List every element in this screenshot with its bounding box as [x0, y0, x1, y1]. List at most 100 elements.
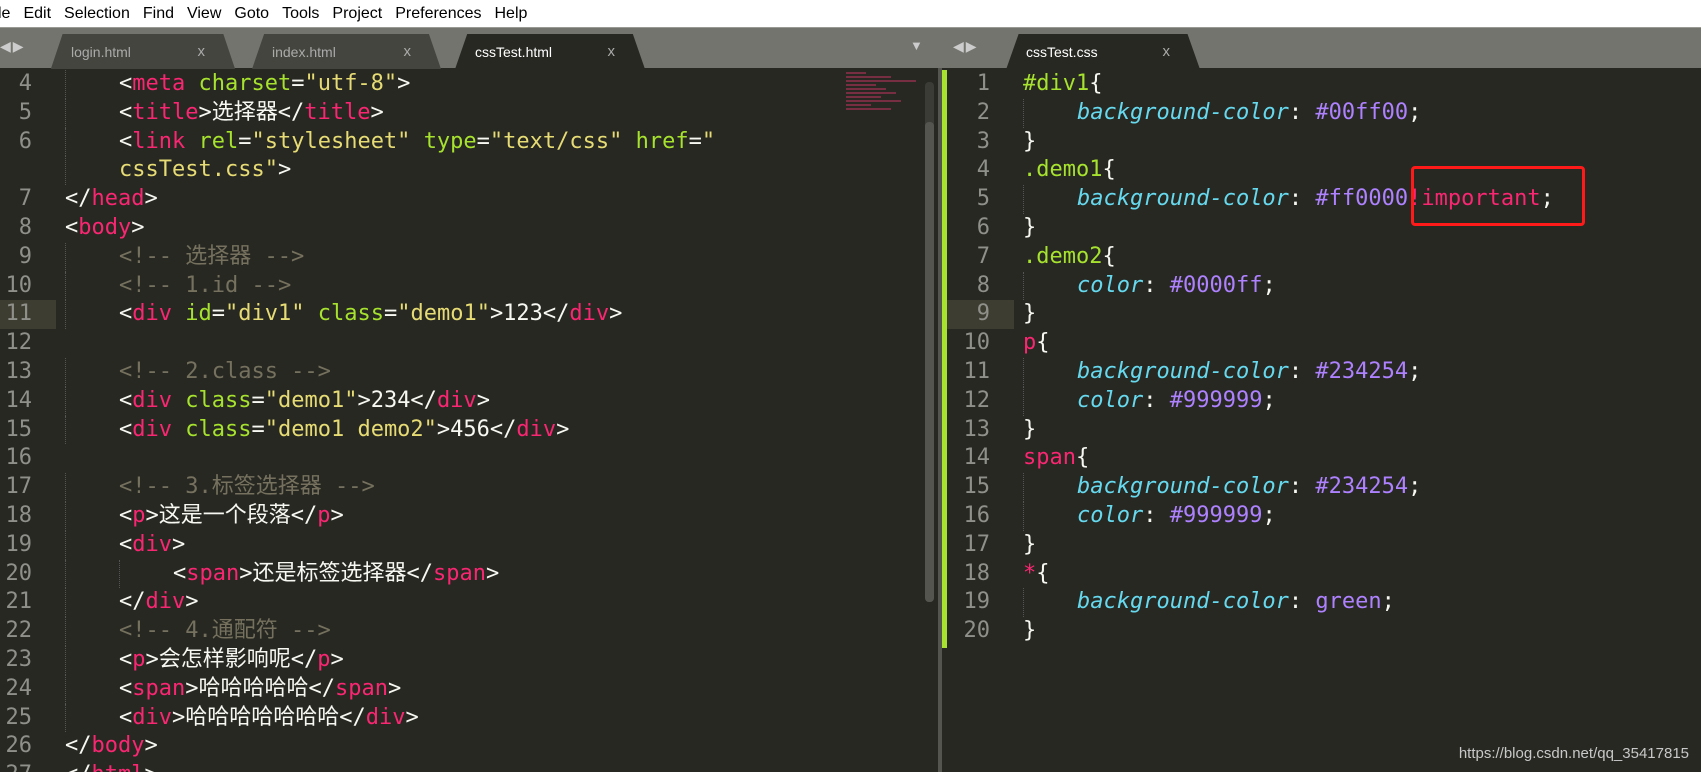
code-line[interactable]: 5 <title>选择器</title>	[0, 98, 846, 128]
code-line[interactable]: 24 <span>哈哈哈哈哈</span>	[0, 674, 846, 704]
code-line[interactable]: 18 *{	[947, 560, 1701, 589]
code-line[interactable]: 14 <div class="demo1">234</div>	[0, 386, 846, 416]
menu-goto[interactable]: Goto	[234, 5, 269, 23]
code-line[interactable]: 3}	[947, 128, 1701, 157]
css-editor[interactable]: 1 #div1{2 background-color: #00ff00; 3} 4 .de…	[947, 68, 1701, 772]
token: <	[119, 704, 133, 730]
code-line[interactable]: 4 .demo1{	[947, 156, 1701, 185]
close-icon[interactable]: x	[404, 43, 412, 60]
tab-csstest-html[interactable]: cssTest.html x	[447, 34, 649, 69]
code-line[interactable]: 16 color: #999999;	[947, 502, 1701, 531]
code-line[interactable]: 9 <!-- 选择器 -->	[0, 242, 846, 272]
indent-guide	[65, 242, 66, 272]
line-number: 5	[976, 186, 990, 212]
tab-index-html[interactable]: index.html x	[244, 34, 445, 69]
code-line[interactable]: 4 <meta charset="utf-8">	[0, 70, 846, 99]
code-line[interactable]: cssTest.css">	[0, 156, 846, 186]
code-line[interactable]: 11 <div id="div1" class="demo1">123</div>	[0, 300, 846, 330]
code-line[interactable]: 20}	[947, 617, 1701, 646]
code-line[interactable]: 17}	[947, 531, 1701, 560]
close-icon[interactable]: x	[1163, 43, 1171, 60]
token: >	[476, 387, 490, 413]
menu-edit[interactable]: Edit	[23, 5, 51, 23]
token: >	[172, 531, 186, 557]
code-line[interactable]: 11 background-color: #234254;	[947, 358, 1701, 387]
code-line[interactable]: 10 <!-- 1.id -->	[0, 271, 846, 301]
code-line[interactable]: 6}	[947, 214, 1701, 243]
tab-nav-arrows-icon[interactable]: ◀▶	[953, 38, 979, 55]
code-line[interactable]: 13 <!-- 2.class -->	[0, 358, 846, 387]
code-line[interactable]: 26 </body>	[0, 732, 846, 761]
menu-project[interactable]: Project	[332, 5, 382, 23]
code-line[interactable]: 13}	[947, 416, 1701, 445]
code-line[interactable]: 22 <!-- 4.通配符 -->	[0, 617, 846, 646]
token: >234</	[357, 387, 437, 413]
code-line[interactable]: 5 background-color: #ff0000!important;	[947, 185, 1701, 214]
code-line[interactable]: 21 </div>	[0, 588, 846, 618]
code-line[interactable]: 16	[0, 444, 846, 473]
code-line[interactable]: 20 <span>还是标签选择器</span>	[0, 559, 846, 589]
menu-tools[interactable]: Tools	[282, 5, 319, 23]
code-line[interactable]: 15 <div class="demo1 demo2">456</div>	[0, 415, 846, 445]
code-line[interactable]: 6 <link rel="stylesheet" type="text/css" …	[0, 127, 846, 157]
token: >456</	[436, 416, 517, 442]
code-line[interactable]: 19 <div>	[0, 530, 846, 560]
line-number: 8	[976, 272, 990, 298]
token-com: <!-- 4.通配符 -->	[119, 618, 331, 644]
code-line[interactable]: 19 background-color: green;	[947, 588, 1701, 618]
code-line[interactable]: 10 p{	[947, 329, 1701, 358]
code-line[interactable]: 12	[0, 329, 846, 358]
menu-le[interactable]: le	[0, 5, 10, 23]
code-line[interactable]: 27 </html>	[0, 761, 846, 772]
token-tag: body	[91, 733, 145, 759]
token: }	[1023, 215, 1037, 240]
indent-guide	[65, 98, 66, 128]
tab-csstest-css[interactable]: cssTest.css x	[998, 34, 1204, 69]
code-line[interactable]: 1 #div1{	[947, 70, 1701, 99]
menu-help[interactable]: Help	[494, 5, 527, 23]
menu-view[interactable]: View	[187, 5, 221, 23]
close-icon[interactable]: x	[198, 43, 206, 60]
menu-find[interactable]: Find	[143, 5, 174, 23]
token: <	[119, 416, 133, 442]
code-line[interactable]: 2 background-color: #00ff00;	[947, 98, 1701, 128]
menu-selection[interactable]: Selection	[64, 5, 130, 23]
code-line[interactable]: 8 <body>	[0, 214, 846, 243]
code-line[interactable]: 23 <p>会怎样影响呢</p>	[0, 646, 846, 675]
token: {	[1102, 157, 1116, 183]
scrollbar-thumb[interactable]	[925, 122, 934, 602]
code-line[interactable]: 17 <!-- 3.标签选择器 -->	[0, 473, 846, 502]
menu-bar: le Edit Selection Find View Goto Tools Project P…	[0, 0, 1701, 27]
code-line[interactable]: 15 background-color: #234254;	[947, 473, 1701, 502]
code-text: <div id="div1" class="demo1">123</div>	[119, 300, 622, 329]
line-number: 23	[5, 647, 33, 672]
tab-dropdown-icon[interactable]: ▼	[910, 38, 923, 53]
tab-login-html[interactable]: login.html x	[43, 34, 239, 69]
token: >	[144, 733, 158, 759]
line-number: 11	[5, 301, 33, 327]
code-line[interactable]: 25 <div>哈哈哈哈哈哈哈</div>	[0, 703, 846, 733]
token-tag: p	[132, 647, 146, 672]
code-line[interactable]: 12 color: #999999;	[947, 386, 1701, 416]
html-editor[interactable]: 4 <meta charset="utf-8"> 5 <title>选择器</titl…	[0, 68, 846, 772]
token-prop: color	[1077, 387, 1144, 413]
code-line[interactable]: 18 <p>这是一个段落</p>	[0, 502, 846, 531]
code-line[interactable]: 9}	[947, 300, 1701, 330]
minimap[interactable]	[846, 72, 922, 142]
code-line[interactable]: 7 </head>	[0, 185, 846, 214]
tab-nav-arrows-icon[interactable]: ◀▶	[0, 38, 26, 55]
token-prop: background-color	[1077, 474, 1289, 500]
code-text: }	[1023, 128, 1036, 157]
code-line[interactable]: 14 span{	[947, 444, 1701, 473]
token: =	[238, 128, 252, 154]
line-number: 6	[18, 128, 32, 154]
tab-label: cssTest.html	[475, 43, 553, 60]
code-line[interactable]: 8 color: #0000ff;	[947, 271, 1701, 301]
token: <	[173, 560, 187, 586]
code-line[interactable]: 7 .demo2{	[947, 243, 1701, 272]
line-number: 16	[5, 445, 33, 471]
close-icon[interactable]: x	[608, 43, 616, 60]
menu-preferences[interactable]: Preferences	[395, 5, 481, 23]
indent-guide	[1023, 588, 1024, 618]
